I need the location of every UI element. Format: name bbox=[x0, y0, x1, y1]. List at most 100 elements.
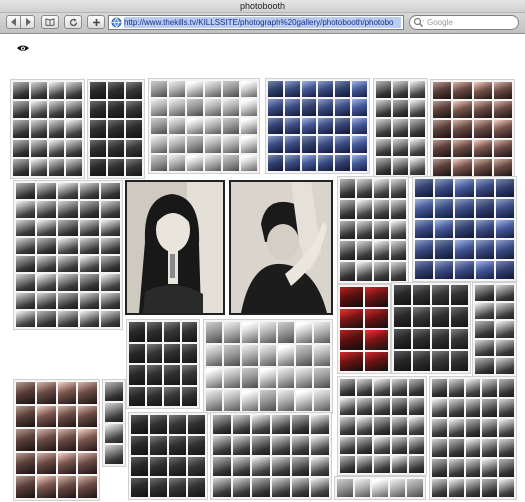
photobooth-frame bbox=[482, 459, 498, 477]
photobooth-frame bbox=[164, 386, 180, 406]
kills-eye-logo-icon[interactable] bbox=[16, 42, 30, 56]
photobooth-frame bbox=[78, 476, 97, 498]
photobooth-frame bbox=[57, 452, 77, 475]
photobooth-frame bbox=[410, 119, 425, 137]
photobooth-frame bbox=[465, 479, 481, 497]
photobooth-strip[interactable] bbox=[337, 376, 427, 476]
photobooth-frame bbox=[129, 365, 145, 385]
photobooth-frame bbox=[37, 219, 57, 236]
photobooth-frame bbox=[187, 99, 203, 116]
photobooth-frame bbox=[448, 459, 464, 477]
photobooth-strip[interactable] bbox=[87, 79, 145, 179]
bookmarks-button[interactable] bbox=[41, 15, 59, 29]
photobooth-frame bbox=[16, 183, 36, 200]
photobooth-frame bbox=[206, 390, 222, 411]
photobooth-frame bbox=[48, 158, 65, 176]
photobooth-frame bbox=[232, 457, 251, 476]
photobooth-strip[interactable] bbox=[210, 412, 332, 500]
photobooth-frame bbox=[475, 285, 494, 302]
photobooth-strip[interactable] bbox=[13, 180, 123, 330]
photobooth-frame bbox=[169, 99, 185, 116]
photobooth-strip[interactable] bbox=[10, 79, 85, 179]
photobooth-strip[interactable] bbox=[373, 78, 428, 178]
photobooth-strip[interactable] bbox=[128, 412, 208, 500]
photobooth-frame bbox=[57, 405, 77, 428]
photobooth-frame bbox=[393, 81, 408, 99]
photobooth-frame bbox=[499, 439, 514, 457]
photobooth-strip[interactable] bbox=[391, 282, 471, 374]
photobooth-frame bbox=[453, 139, 472, 157]
photobooth-frame bbox=[181, 343, 197, 363]
photobooth-frame bbox=[181, 386, 197, 406]
address-bar[interactable]: http://www.thekills.tv/KILLSSITE/photogr… bbox=[108, 15, 404, 30]
photobooth-frame bbox=[13, 120, 29, 138]
photobooth-frame bbox=[206, 322, 222, 343]
photobooth-frame bbox=[169, 457, 186, 476]
add-bookmark-button[interactable] bbox=[87, 15, 105, 29]
photobooth-frame bbox=[223, 99, 239, 116]
photobooth-frame bbox=[260, 367, 276, 389]
photobooth-frame bbox=[224, 367, 240, 389]
photobooth-frame bbox=[100, 201, 120, 218]
photobooth-frame bbox=[318, 154, 334, 171]
photobooth-frame bbox=[268, 117, 283, 135]
photobooth-strip[interactable] bbox=[472, 282, 517, 377]
photobooth-frame bbox=[465, 399, 481, 417]
photobooth-strip[interactable] bbox=[148, 78, 260, 174]
photobooth-strip[interactable] bbox=[334, 476, 426, 500]
photobooth-frame bbox=[58, 292, 78, 309]
photobooth-frame bbox=[374, 436, 390, 454]
photobooth-frame bbox=[482, 399, 498, 417]
photobooth-frame bbox=[108, 120, 124, 138]
photobooth-frame bbox=[340, 379, 356, 397]
photobooth-frame bbox=[413, 329, 430, 349]
photobooth-frame bbox=[365, 330, 388, 350]
photobooth-frame bbox=[473, 101, 492, 119]
photobooth-frame bbox=[374, 379, 390, 397]
photobooth-strip[interactable] bbox=[337, 176, 409, 284]
photobooth-frame bbox=[482, 419, 498, 437]
photobooth-frame bbox=[495, 240, 514, 259]
plus-icon bbox=[92, 19, 100, 26]
photobooth-frame bbox=[13, 101, 29, 119]
large-photo-left[interactable] bbox=[125, 180, 225, 315]
photobooth-strip[interactable] bbox=[126, 319, 200, 409]
photobooth-frame bbox=[13, 158, 29, 176]
woman-portrait-image bbox=[127, 182, 223, 313]
photobooth-frame bbox=[365, 308, 388, 328]
photobooth-frame bbox=[451, 307, 468, 327]
photobooth-frame bbox=[433, 82, 452, 100]
photobooth-frame bbox=[66, 101, 82, 119]
photobooth-frame bbox=[394, 307, 411, 327]
photobooth-strip[interactable] bbox=[337, 284, 391, 374]
photobooth-frame bbox=[36, 452, 56, 475]
photobooth-frame bbox=[495, 219, 514, 239]
photobooth-frame bbox=[301, 136, 317, 153]
photobooth-frame bbox=[391, 455, 407, 473]
photobooth-frame bbox=[408, 455, 424, 473]
photobooth-frame bbox=[408, 436, 424, 454]
photobooth-strip[interactable] bbox=[412, 176, 517, 282]
photobooth-strip[interactable] bbox=[13, 379, 100, 501]
large-photo-right[interactable] bbox=[229, 180, 333, 315]
photobooth-frame bbox=[13, 82, 29, 100]
photobooth-frame bbox=[455, 219, 474, 239]
photobooth-frame bbox=[499, 479, 514, 497]
photobooth-frame bbox=[58, 237, 78, 254]
photobooth-frame bbox=[66, 158, 82, 176]
search-field[interactable]: Google bbox=[409, 15, 519, 30]
photobooth-frame bbox=[16, 256, 36, 273]
photobooth-frame bbox=[232, 478, 251, 497]
photobooth-strip[interactable] bbox=[429, 376, 517, 500]
back-button[interactable] bbox=[6, 15, 21, 29]
forward-button[interactable] bbox=[20, 15, 35, 29]
photobooth-frame bbox=[284, 99, 300, 116]
photobooth-strip[interactable] bbox=[265, 78, 370, 174]
photobooth-frame bbox=[206, 367, 222, 389]
photobooth-frame bbox=[393, 100, 408, 118]
photobooth-frame bbox=[448, 419, 464, 437]
photobooth-strip[interactable] bbox=[102, 379, 126, 467]
reload-button[interactable] bbox=[64, 15, 82, 29]
photobooth-strip[interactable] bbox=[203, 319, 333, 414]
photobooth-strip[interactable] bbox=[430, 79, 515, 179]
